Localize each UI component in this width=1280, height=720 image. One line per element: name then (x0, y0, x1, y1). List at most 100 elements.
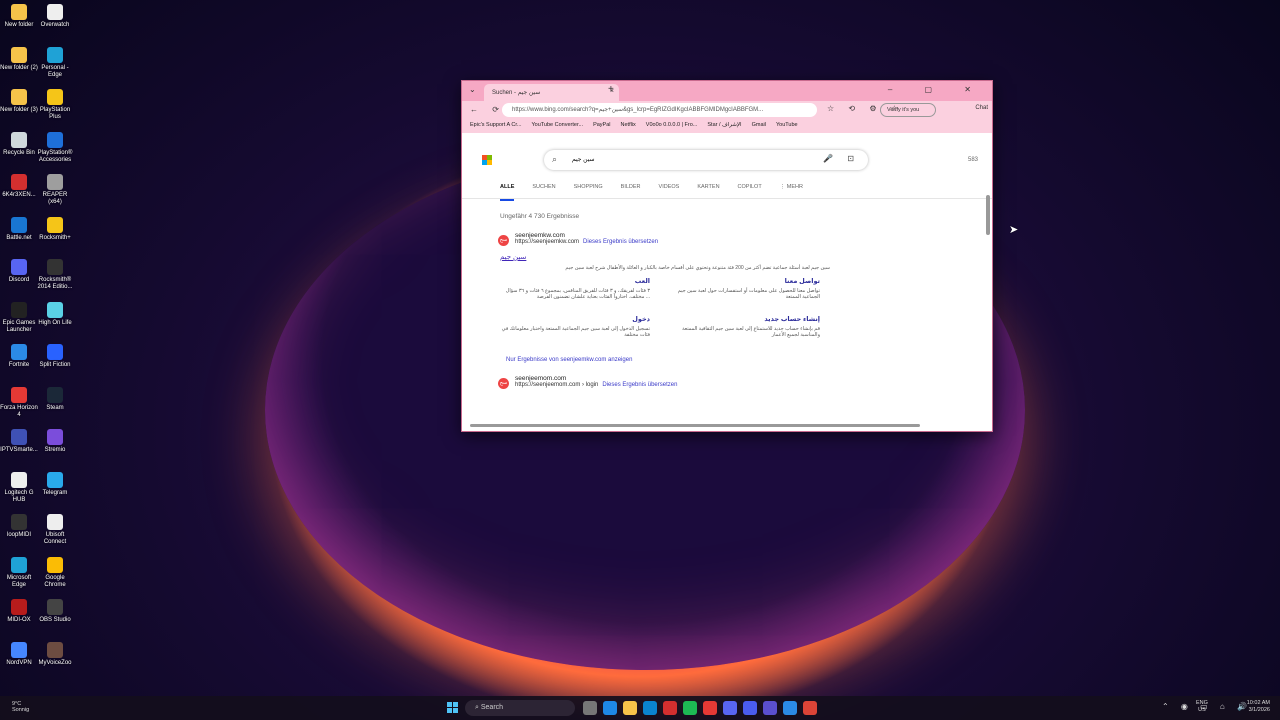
taskbar-app-icon[interactable] (763, 701, 777, 715)
desktop-icon[interactable]: Ubisoft Connect (36, 514, 74, 546)
bookmark-item[interactable]: Netflix (621, 122, 636, 128)
result-title[interactable]: سين جيم (500, 253, 940, 261)
desktop-icon[interactable]: Battle.net (0, 216, 38, 242)
desktop-icon[interactable]: Logitech G HUB (0, 471, 38, 504)
desktop-icon-label: Stremio (44, 447, 66, 453)
rewards-count[interactable]: 583 (968, 157, 978, 163)
app-icon (47, 259, 63, 275)
desktop-icon-label: Fortnite (8, 362, 30, 368)
language-indicator[interactable]: ENG US (1196, 700, 1208, 714)
desktop-icon[interactable]: Steam (36, 386, 74, 412)
desktop-icon[interactable]: 6K4r3XEN... (0, 174, 38, 199)
taskbar-app-icon[interactable] (583, 701, 597, 715)
desktop-icon[interactable]: Fortnite (0, 344, 38, 369)
desktop-icon-label: New folder (3) (0, 107, 38, 113)
bookmark-item[interactable]: Epic's Support A Cr... (470, 122, 522, 128)
search-tab[interactable]: KARTEN (697, 184, 719, 190)
clock[interactable]: 10:02 AM 3/1/2026 (1247, 700, 1270, 714)
deeplink[interactable]: دخول تسجيل الدخول إلى لعبة سين جيم الجماع… (500, 315, 650, 338)
desktop-icon[interactable]: Google Chrome (36, 556, 74, 589)
search-tab[interactable]: VIDEOS (659, 184, 680, 190)
bookmark-item[interactable]: Gmail (752, 122, 766, 128)
desktop-icon[interactable]: Overwatch (36, 4, 74, 29)
tab-search[interactable]: Suchen - سين جيم × (484, 84, 619, 101)
search-tab[interactable]: ⋮ MEHR (780, 184, 803, 190)
desktop-icon-label: Logitech G HUB (4, 489, 34, 503)
start-button-icon[interactable] (447, 702, 458, 713)
taskbar-app-icon[interactable] (703, 701, 717, 715)
vertical-scrollbar[interactable] (986, 195, 990, 235)
translate-link[interactable]: Dieses Ergebnis übersetzen (583, 239, 658, 245)
desktop-icon-label: Discord (8, 277, 30, 283)
desktop-icon[interactable]: New folder (2) (0, 46, 38, 72)
desktop-icon-label: 6K4r3XEN... (2, 192, 36, 198)
taskbar-app-icon[interactable] (723, 701, 737, 715)
deeplink[interactable]: تواصل معنا تواصل معنا للحصول على معلومات … (670, 277, 820, 300)
app-icon (11, 301, 27, 318)
result-item[interactable]: سج seenjeemom.com https://seenjeemom.com… (498, 375, 940, 389)
search-input[interactable]: ⌕ سين جيم 🎤 ⊡ (544, 150, 868, 170)
taskbar-app-icon[interactable] (803, 701, 817, 715)
app-icon (11, 344, 27, 360)
result-item[interactable]: سج seenjeemkw.com https://seenjeemkw.com… (498, 232, 940, 363)
desktop-icon[interactable]: Rocksmith+ (36, 216, 74, 242)
bookmark-item[interactable]: PayPal (593, 122, 610, 128)
desktop-icon[interactable]: High On Life (36, 301, 74, 327)
bookmark-item[interactable]: YouTube Converter... (532, 122, 584, 128)
desktop-icon[interactable]: Rocksmith® 2014 Editio... (36, 259, 74, 291)
chat-button[interactable]: Chat (975, 105, 988, 111)
deeplink[interactable]: العب ٣ فئات لفريقك، و ٣ فئات للفريق المنا… (500, 277, 650, 300)
taskbar-app-icon[interactable] (683, 701, 697, 715)
taskbar-app-icon[interactable] (743, 701, 757, 715)
desktop-icon[interactable]: Telegram (36, 471, 74, 497)
search-tab[interactable]: COPILOT (738, 184, 762, 190)
microsoft-logo-icon[interactable] (482, 155, 492, 165)
verify-profile-button[interactable]: Verify it's you (880, 103, 936, 117)
mic-camera-icons[interactable]: 🎤 ⊡ (823, 154, 860, 163)
desktop-icon[interactable]: MyVoiceZoo (36, 641, 74, 667)
taskbar-app-icon[interactable] (783, 701, 797, 715)
taskbar-app-icon[interactable] (603, 701, 617, 715)
translate-link[interactable]: Dieses Ergebnis übersetzen (602, 382, 677, 388)
taskbar-search[interactable]: ⌕ Search (465, 700, 575, 716)
desktop-icon[interactable]: NordVPN (0, 641, 38, 667)
window-controls[interactable]: – ▢ ✕ (888, 85, 986, 94)
bookmark-item[interactable]: V0o0o 0.0.0.0 | Fro... (646, 122, 698, 128)
desktop-icon[interactable]: loopMIDI (0, 514, 38, 539)
new-tab-button[interactable]: + (608, 84, 614, 95)
desktop-icon[interactable]: Microsoft Edge (0, 556, 38, 589)
desktop-icon[interactable]: New folder (0, 4, 38, 29)
taskbar-app-icon[interactable] (643, 701, 657, 715)
weather-widget[interactable]: 9°C Sonnig (12, 701, 29, 713)
desktop-icon-label: Forza Horizon 4 (0, 404, 38, 418)
search-tab[interactable]: SUCHEN (532, 184, 555, 190)
desktop-icon[interactable]: OBS Studio (36, 599, 74, 624)
horizontal-scrollbar[interactable] (470, 424, 920, 427)
desktop-icon[interactable]: PlayStation® Accessories (36, 131, 74, 164)
search-tab[interactable]: SHOPPING (574, 184, 603, 190)
desktop-icon[interactable]: IPTVSmarte... (0, 429, 38, 454)
desktop-icon[interactable]: Epic Games Launcher (0, 301, 38, 334)
desktop-icon[interactable]: Personal - Edge (36, 46, 74, 79)
site-only-link[interactable]: Nur Ergebnisse von seenjeemkw.com anzeig… (500, 357, 940, 363)
desktop-icon[interactable]: Forza Horizon 4 (0, 386, 38, 419)
desktop-icon[interactable]: REAPER (x64) (36, 174, 74, 206)
desktop-icon[interactable]: PlayStation Plus (36, 89, 74, 121)
desktop-icon[interactable]: Stremio (36, 429, 74, 454)
desktop-icon[interactable]: Recycle Bin (0, 131, 38, 157)
back-refresh-icons[interactable]: ← ⟳ (470, 105, 505, 114)
desktop-icon[interactable]: MIDI-OX (0, 599, 38, 624)
search-tab[interactable]: BILDER (621, 184, 641, 190)
bookmark-item[interactable]: Star / الإشراف (707, 122, 741, 128)
desktop-icon[interactable]: New folder (3) (0, 89, 38, 114)
tab-actions-icon[interactable]: ⌄ (469, 85, 476, 94)
deeplink[interactable]: إنشاء حساب جديد قم بإنشاء حساب جديد للاست… (670, 315, 820, 338)
taskbar-app-icon[interactable] (663, 701, 677, 715)
bookmark-item[interactable]: YouTube (776, 122, 798, 128)
desktop-icon[interactable]: Split Fiction (36, 344, 74, 369)
desktop-icon[interactable]: Discord (0, 259, 38, 284)
tab-title: Suchen - سين جيم (492, 90, 541, 96)
address-input[interactable]: https://www.bing.com/search?q=سين+جيم&gs… (502, 103, 817, 117)
taskbar-app-icon[interactable] (623, 701, 637, 715)
result-url: https://seenjeemom.com › login (515, 382, 599, 388)
